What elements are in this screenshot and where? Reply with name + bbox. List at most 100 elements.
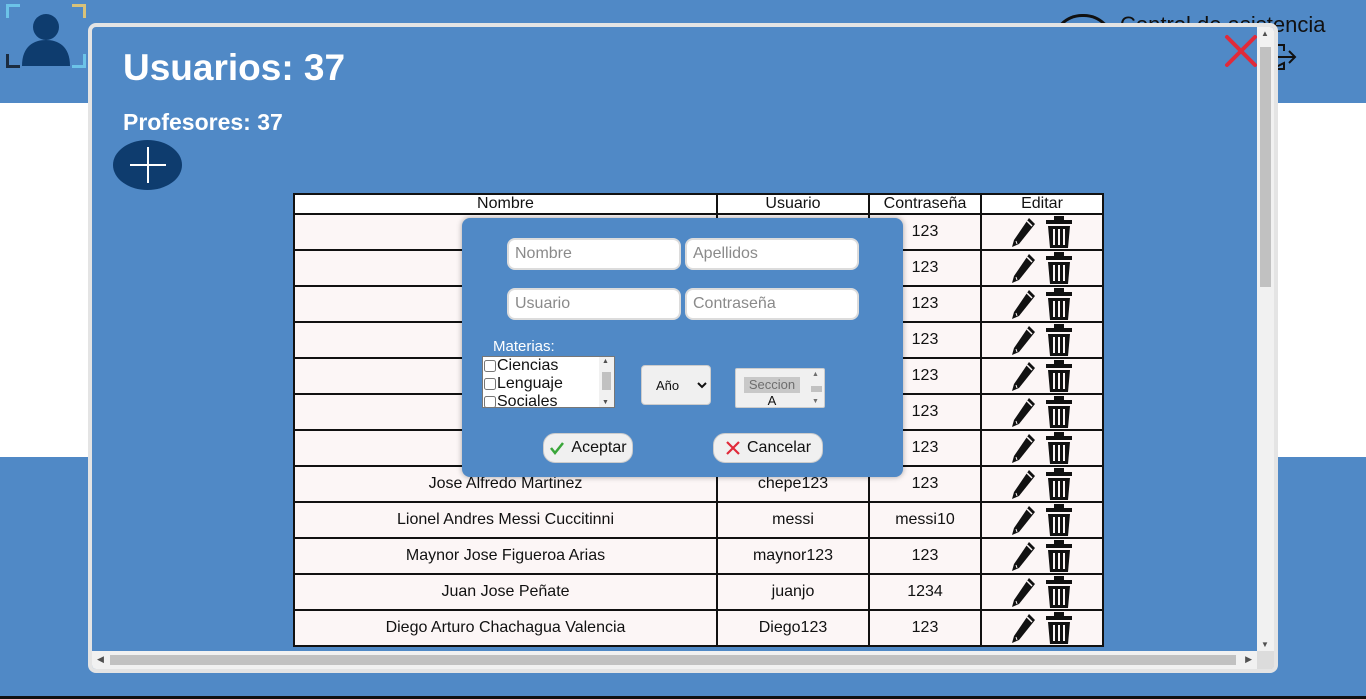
scroll-up-arrow[interactable]: ▲ [1261,29,1269,38]
scroll-corner [1257,651,1274,669]
scroll-thumb[interactable] [1260,47,1271,287]
row-actions [982,431,1102,465]
cell-usuario: messi [716,501,870,539]
scroll-thumb[interactable] [110,655,1236,665]
cell-editar [980,321,1104,359]
plus-icon [129,147,166,183]
scroll-up-arrow[interactable]: ▲ [812,371,819,378]
cell-nombre: Juan Jose Peñate [293,573,718,611]
usuario-input[interactable] [507,288,681,320]
teachers-count-subtitle: Profesores: 37 [123,109,283,135]
cell-usuario: Diego123 [716,609,870,647]
close-icon[interactable] [1223,33,1259,69]
scroll-thumb[interactable] [811,386,822,392]
cancel-button[interactable]: Cancelar [713,433,823,463]
materia-option[interactable]: Sociales [483,393,614,407]
trash-icon[interactable] [1045,288,1073,320]
materia-checkbox[interactable] [484,360,496,372]
trash-icon[interactable] [1045,432,1073,464]
scroll-down-arrow[interactable]: ▼ [1261,640,1269,649]
trash-icon[interactable] [1045,468,1073,500]
scroll-left-arrow[interactable]: ◀ [97,654,104,665]
cell-editar [980,609,1104,647]
materias-scrollbar[interactable]: ▲ ▼ [599,357,614,407]
pencil-icon[interactable] [1011,540,1037,572]
row-actions [982,287,1102,321]
row-actions [982,215,1102,249]
materia-label: Ciencias [497,357,559,374]
row-actions [982,539,1102,573]
materia-label: Lenguaje [497,375,563,392]
table-header-row: Nombre Usuario Contraseña Editar [293,193,1104,215]
cell-editar [980,393,1104,431]
pencil-icon[interactable] [1011,612,1037,644]
cancel-label: Cancelar [746,439,812,456]
cell-editar [980,213,1104,251]
row-actions [982,251,1102,285]
trash-icon[interactable] [1045,324,1073,356]
pencil-icon[interactable] [1011,576,1037,608]
materias-list[interactable]: Ciencias Lenguaje Sociales ▲ ▼ [482,356,615,408]
pencil-icon[interactable] [1011,324,1037,356]
scroll-down-arrow[interactable]: ▼ [602,399,609,406]
pencil-icon[interactable] [1011,288,1037,320]
trash-icon[interactable] [1045,540,1073,572]
cell-editar [980,285,1104,323]
trash-icon[interactable] [1045,504,1073,536]
materia-checkbox[interactable] [484,396,496,407]
apellidos-input[interactable] [685,238,859,270]
trash-icon[interactable] [1045,216,1073,248]
pencil-icon[interactable] [1011,216,1037,248]
table-row: Lionel Andres Messi Cuccitinni messi messi… [293,501,1104,539]
trash-icon[interactable] [1045,252,1073,284]
row-actions [982,611,1102,645]
horizontal-scrollbar[interactable]: ◀ ▶ [92,651,1274,669]
materia-option[interactable]: Ciencias [483,357,614,375]
pencil-icon[interactable] [1011,432,1037,464]
row-actions [982,359,1102,393]
trash-icon[interactable] [1045,612,1073,644]
check-icon [550,442,565,456]
seccion-option[interactable]: A [744,393,800,409]
contrasena-input[interactable] [685,288,859,320]
anio-select[interactable]: Año [641,365,711,405]
pencil-icon[interactable] [1011,360,1037,392]
user-icon [22,14,70,66]
cell-usuario: maynor123 [716,537,870,575]
pencil-icon[interactable] [1011,252,1037,284]
frame-corner [6,4,20,18]
row-actions [982,395,1102,429]
pencil-icon[interactable] [1011,468,1037,500]
trash-icon[interactable] [1045,396,1073,428]
row-actions [982,503,1102,537]
scroll-right-arrow[interactable]: ▶ [1245,654,1252,665]
materia-option[interactable]: Lenguaje [483,375,614,393]
scroll-up-arrow[interactable]: ▲ [602,358,609,365]
scroll-thumb[interactable] [602,372,611,390]
cell-nombre: Maynor Jose Figueroa Arias [293,537,718,575]
seccion-scrollbar[interactable]: ▲ ▼ [810,371,822,405]
accept-button[interactable]: Aceptar [543,433,633,463]
vertical-scrollbar[interactable]: ▲ ▼ [1257,27,1274,651]
trash-icon[interactable] [1045,576,1073,608]
row-actions [982,323,1102,357]
seccion-select[interactable]: Seccion A ▲ ▼ [735,368,825,408]
cell-editar [980,537,1104,575]
scroll-down-arrow[interactable]: ▼ [812,398,819,405]
materia-checkbox[interactable] [484,378,496,390]
col-header-editar: Editar [980,193,1104,215]
cell-contrasena: 123 [868,537,982,575]
pencil-icon[interactable] [1011,396,1037,428]
cell-editar [980,249,1104,287]
seccion-header: Seccion [744,377,800,393]
trash-icon[interactable] [1045,360,1073,392]
cell-editar [980,357,1104,395]
add-user-button[interactable] [113,140,182,190]
row-actions [982,575,1102,609]
table-row: Juan Jose Peñate juanjo 1234 [293,573,1104,611]
col-header-nombre: Nombre [293,193,718,215]
pencil-icon[interactable] [1011,504,1037,536]
user-avatar[interactable] [6,4,86,68]
cell-contrasena: messi10 [868,501,982,539]
nombre-input[interactable] [507,238,681,270]
